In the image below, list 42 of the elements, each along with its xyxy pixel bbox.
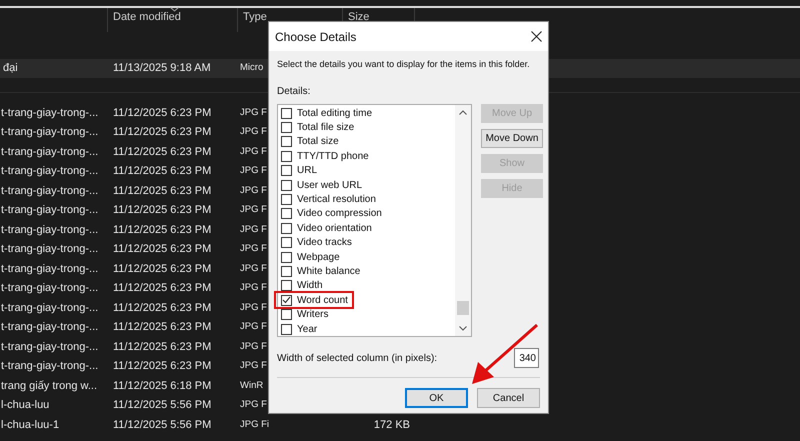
date-modified: 11/12/2025 6:23 PM: [112, 340, 212, 354]
date-modified: 11/12/2025 6:23 PM: [112, 106, 212, 120]
date-modified: 11/12/2025 6:23 PM: [112, 359, 212, 374]
instruction-text: Select the details you want to display for the items in this folder.: [277, 58, 530, 70]
date-modified: 11/13/2025 9:18 AM: [112, 61, 212, 76]
file-type: JPG F: [240, 281, 267, 296]
date-modified: 11/12/2025 6:23 PM: [112, 203, 212, 218]
file-type: JPG F: [240, 359, 267, 374]
file-type: JPG F: [240, 203, 267, 218]
file-type: JPG F: [240, 242, 267, 256]
file-size: 172 KB: [374, 418, 410, 432]
date-modified: 11/12/2025 6:23 PM: [112, 281, 212, 296]
date-modified: 11/12/2025 6:18 PM: [112, 378, 212, 394]
file-type: JPG F: [240, 106, 267, 120]
details-label: Details:: [277, 85, 312, 99]
date-modified: 11/12/2025 6:23 PM: [112, 262, 212, 276]
dialog-title: Choose Details: [275, 28, 356, 46]
date-modified: 11/12/2025 6:23 PM: [112, 184, 212, 198]
file-type: WinR: [240, 378, 264, 393]
file-type: JPG F: [240, 300, 267, 315]
date-modified: 11/12/2025 6:23 PM: [112, 164, 212, 179]
file-type: JPG F: [240, 184, 267, 198]
file-type: Micro: [240, 61, 264, 76]
date-modified: 11/12/2025 6:23 PM: [112, 125, 212, 140]
date-modified: 11/12/2025 5:56 PM: [112, 418, 212, 432]
date-modified: 11/12/2025 5:56 PM: [112, 398, 212, 413]
file-type: JPG F: [240, 164, 267, 178]
file-type: JPG Fi: [240, 418, 270, 432]
date-modified: 11/12/2025 6:23 PM: [112, 300, 212, 316]
file-type: JPG F: [240, 144, 267, 159]
file-type: JPG F: [240, 125, 267, 140]
file-type: JPG F: [240, 320, 267, 334]
date-modified: 11/12/2025 6:23 PM: [112, 144, 212, 160]
file-name: đại: [2, 61, 19, 76]
file-type: JPG F: [240, 262, 267, 276]
file-type: JPG F: [240, 340, 267, 354]
date-modified: 11/12/2025 6:23 PM: [112, 320, 212, 335]
date-modified: 11/12/2025 6:23 PM: [112, 222, 212, 238]
file-type: JPG F: [240, 222, 267, 237]
file-type: JPG F: [240, 398, 267, 412]
width-label: Width of selected column (in pixels):: [277, 352, 438, 366]
date-modified: 11/12/2025 6:23 PM: [112, 242, 212, 257]
